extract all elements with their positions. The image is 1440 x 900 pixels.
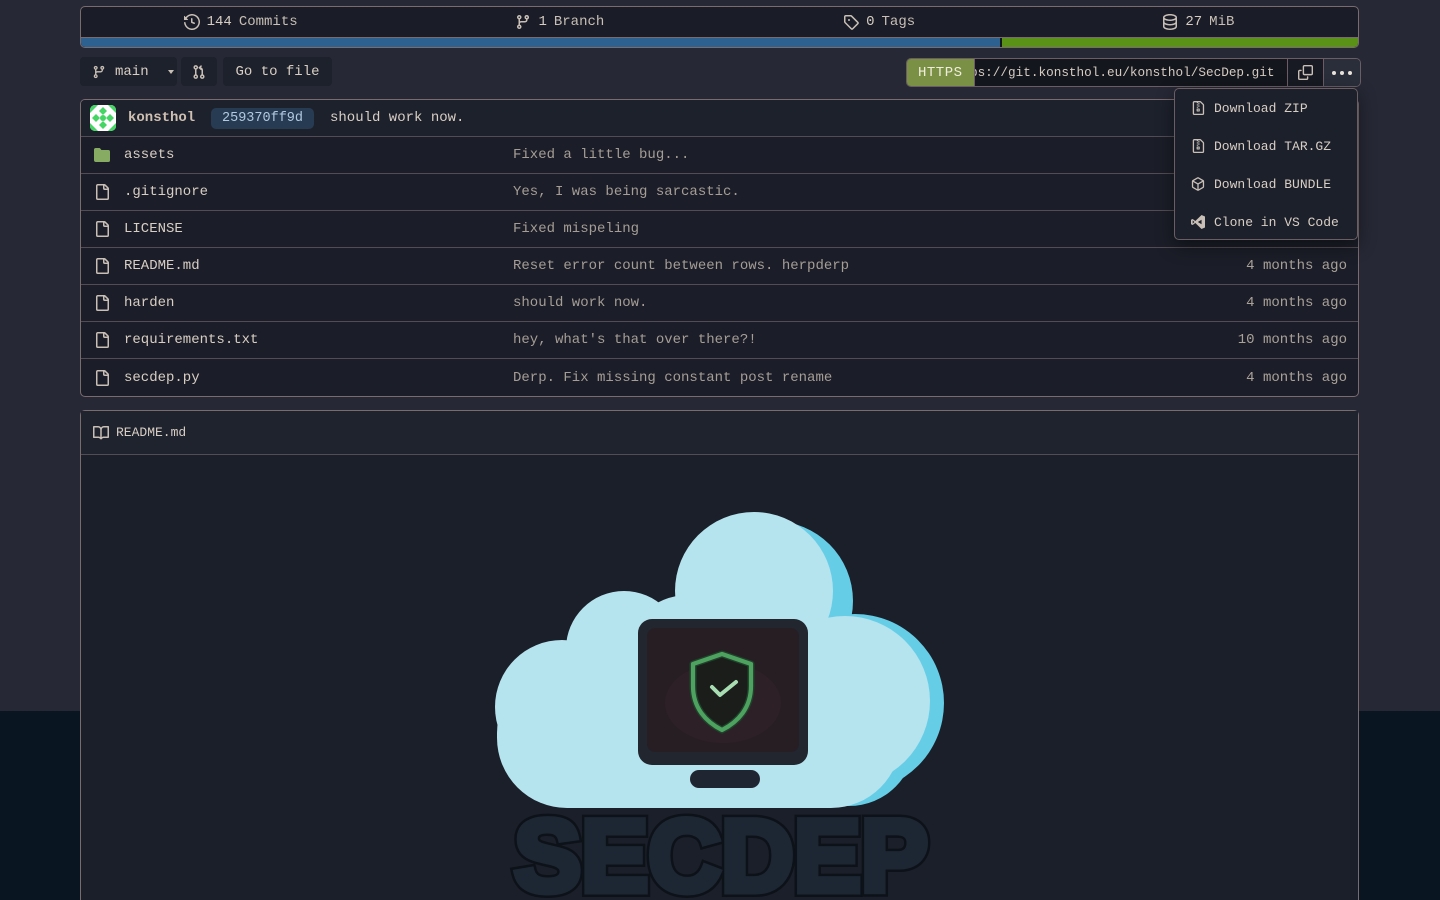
svg-text:SECDEP: SECDEP xyxy=(514,799,928,900)
